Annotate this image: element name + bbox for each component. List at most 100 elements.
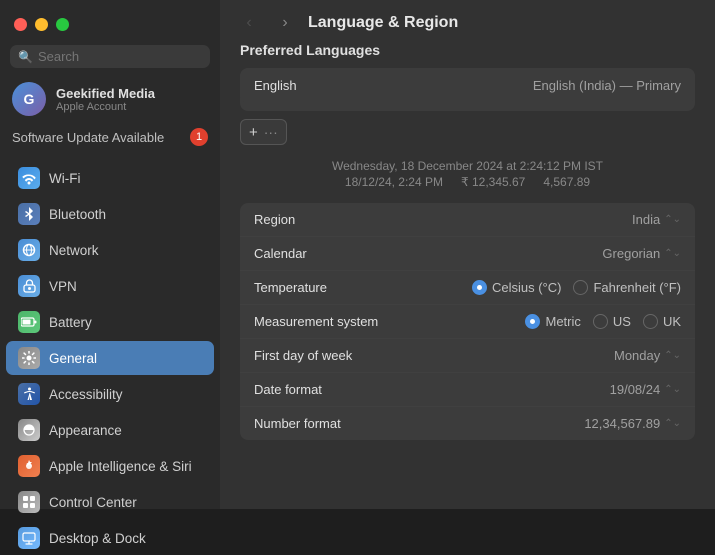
sidebar-item-bluetooth[interactable]: Bluetooth <box>6 197 214 231</box>
content-area: Preferred Languages English English (Ind… <box>220 42 715 509</box>
region-dropdown[interactable]: India ⌃⌄ <box>632 212 681 227</box>
measurement-label: Measurement system <box>254 314 378 329</box>
us-radio[interactable] <box>593 314 608 329</box>
measurement-uk-option[interactable]: UK <box>643 314 681 329</box>
sidebar-item-label: General <box>49 351 97 366</box>
main-content: ‹ › Language & Region Preferred Language… <box>220 0 715 509</box>
uk-label: UK <box>663 314 681 329</box>
metric-label: Metric <box>545 314 580 329</box>
settings-row-temperature: Temperature Celsius (°C) Fahrenheit (°F) <box>240 271 695 305</box>
maximize-button[interactable] <box>56 18 69 31</box>
sidebar-item-label: Wi-Fi <box>49 171 80 186</box>
fahrenheit-radio[interactable] <box>573 280 588 295</box>
datetime-currency: ₹ 12,345.67 <box>461 175 525 189</box>
sidebar-item-label: VPN <box>49 279 77 294</box>
datetime-info: Wednesday, 18 December 2024 at 2:24:12 P… <box>240 159 695 189</box>
sidebar-item-wifi[interactable]: Wi-Fi <box>6 161 214 195</box>
sidebar-item-vpn[interactable]: VPN <box>6 269 214 303</box>
measurement-metric-option[interactable]: Metric <box>525 314 580 329</box>
language-block: English English (India) — Primary <box>240 68 695 111</box>
network-icon <box>18 239 40 261</box>
sidebar-item-label: Control Center <box>49 495 137 510</box>
region-label: Region <box>254 212 295 227</box>
avatar: G <box>12 82 46 116</box>
nav-back-button[interactable]: ‹ <box>236 14 262 32</box>
accessibility-icon <box>18 383 40 405</box>
temperature-radio-group: Celsius (°C) Fahrenheit (°F) <box>472 280 681 295</box>
sidebar-item-label: Battery <box>49 315 92 330</box>
number-format-value: 12,34,567.89 <box>584 416 660 431</box>
settings-row-first-day: First day of week Monday ⌃⌄ <box>240 339 695 373</box>
add-language-bar[interactable]: + ··· <box>240 119 287 145</box>
calendar-value: Gregorian <box>602 246 660 261</box>
uk-radio[interactable] <box>643 314 658 329</box>
sidebar-item-label: Accessibility <box>49 387 123 402</box>
traffic-lights <box>0 8 220 39</box>
first-day-dropdown[interactable]: Monday ⌃⌄ <box>614 348 681 363</box>
sidebar-item-label: Desktop & Dock <box>49 531 146 546</box>
close-button[interactable] <box>14 18 27 31</box>
sidebar-item-battery[interactable]: Battery <box>6 305 214 339</box>
settings-block: Region India ⌃⌄ Calendar Gregorian ⌃⌄ Te… <box>240 203 695 440</box>
add-language-button[interactable]: + <box>249 125 258 140</box>
celsius-label: Celsius (°C) <box>492 280 561 295</box>
fahrenheit-label: Fahrenheit (°F) <box>593 280 681 295</box>
update-badge: 1 <box>190 128 208 146</box>
settings-row-calendar: Calendar Gregorian ⌃⌄ <box>240 237 695 271</box>
sidebar-item-network[interactable]: Network <box>6 233 214 267</box>
vpn-icon <box>18 275 40 297</box>
wifi-icon <box>18 167 40 189</box>
language-name: English <box>254 78 297 93</box>
datetime-date: 18/12/24, 2:24 PM <box>345 175 443 189</box>
settings-row-number-format: Number format 12,34,567.89 ⌃⌄ <box>240 407 695 440</box>
chevron-updown-icon: ⌃⌄ <box>664 248 681 259</box>
chevron-updown-icon: ⌃⌄ <box>664 418 681 429</box>
control-icon <box>18 491 40 513</box>
settings-row-date-format: Date format 19/08/24 ⌃⌄ <box>240 373 695 407</box>
date-format-dropdown[interactable]: 19/08/24 ⌃⌄ <box>610 382 681 397</box>
sidebar-item-control[interactable]: Control Center <box>6 485 214 519</box>
user-profile[interactable]: G Geekified Media Apple Account <box>0 76 220 122</box>
search-input[interactable] <box>38 49 202 64</box>
chevron-updown-icon: ⌃⌄ <box>664 214 681 225</box>
sidebar-item-appearance[interactable]: Appearance <box>6 413 214 447</box>
page-title: Language & Region <box>308 14 458 32</box>
date-format-value: 19/08/24 <box>610 382 661 397</box>
sidebar-item-accessibility[interactable]: Accessibility <box>6 377 214 411</box>
user-sub: Apple Account <box>56 101 155 113</box>
ai-icon <box>18 455 40 477</box>
bluetooth-icon <box>18 203 40 225</box>
add-ellipsis: ··· <box>264 124 278 140</box>
date-format-label: Date format <box>254 382 322 397</box>
minimize-button[interactable] <box>35 18 48 31</box>
nav-forward-button[interactable]: › <box>272 14 298 32</box>
region-value: India <box>632 212 660 227</box>
metric-radio[interactable] <box>525 314 540 329</box>
number-format-dropdown[interactable]: 12,34,567.89 ⌃⌄ <box>584 416 681 431</box>
sidebar-item-desktop[interactable]: Desktop & Dock <box>6 521 214 555</box>
first-day-value: Monday <box>614 348 660 363</box>
datetime-number: 4,567.89 <box>543 175 590 189</box>
datetime-line1: Wednesday, 18 December 2024 at 2:24:12 P… <box>240 159 695 173</box>
software-update-banner[interactable]: Software Update Available 1 <box>0 122 220 152</box>
calendar-dropdown[interactable]: Gregorian ⌃⌄ <box>602 246 681 261</box>
search-icon: 🔍 <box>18 50 33 64</box>
celsius-radio[interactable] <box>472 280 487 295</box>
temperature-fahrenheit-option[interactable]: Fahrenheit (°F) <box>573 280 681 295</box>
language-row: English English (India) — Primary <box>240 68 695 103</box>
title-bar: ‹ › Language & Region <box>220 0 715 42</box>
sidebar-item-label: Apple Intelligence & Siri <box>49 459 192 474</box>
sidebar-item-general[interactable]: General <box>6 341 214 375</box>
settings-row-region: Region India ⌃⌄ <box>240 203 695 237</box>
number-format-label: Number format <box>254 416 341 431</box>
sidebar-item-ai[interactable]: Apple Intelligence & Siri <box>6 449 214 483</box>
temperature-celsius-option[interactable]: Celsius (°C) <box>472 280 561 295</box>
measurement-us-option[interactable]: US <box>593 314 631 329</box>
general-icon <box>18 347 40 369</box>
search-bar[interactable]: 🔍 <box>10 45 210 68</box>
appearance-icon <box>18 419 40 441</box>
sidebar-item-label: Appearance <box>49 423 122 438</box>
datetime-line2: 18/12/24, 2:24 PM ₹ 12,345.67 4,567.89 <box>240 175 695 189</box>
measurement-radio-group: Metric US UK <box>525 314 681 329</box>
sidebar-item-label: Network <box>49 243 99 258</box>
